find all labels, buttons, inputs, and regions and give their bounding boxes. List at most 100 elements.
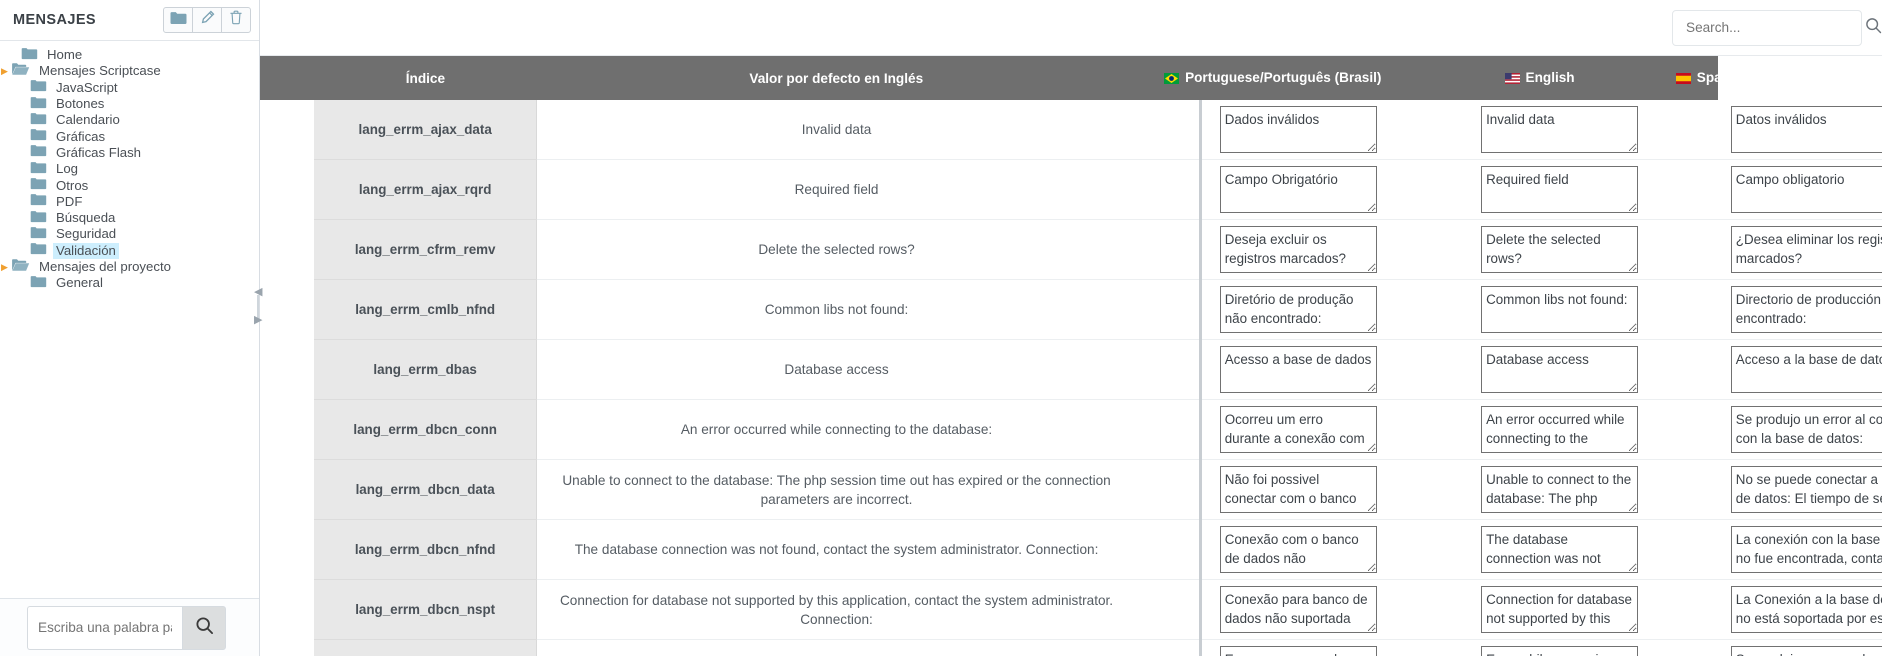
expand-arrow-icon[interactable]: ▶ xyxy=(1,259,11,275)
sidebar: MENSAJES xyxy=(0,0,260,656)
cell-portuguese-input[interactable] xyxy=(1220,466,1377,513)
cell-spanish-input[interactable] xyxy=(1731,646,1882,656)
cell-english-input[interactable] xyxy=(1481,346,1638,393)
tree-item-seguridad[interactable]: Seguridad xyxy=(0,226,259,242)
tree-item-label: Calendario xyxy=(53,112,123,128)
column-header-english[interactable]: English xyxy=(1409,56,1669,100)
delete-button[interactable] xyxy=(221,7,251,33)
folder-icon xyxy=(30,161,47,178)
cell-spanish-input[interactable] xyxy=(1731,526,1882,573)
cell-portuguese-input[interactable] xyxy=(1220,166,1377,213)
tree-item-label: JavaScript xyxy=(53,80,121,96)
cell-spanish-input[interactable] xyxy=(1731,106,1882,153)
cell-portuguese-input[interactable] xyxy=(1220,226,1377,273)
folder-open-icon xyxy=(11,258,30,276)
folder-icon xyxy=(30,210,47,227)
cell-spanish xyxy=(1718,280,1882,340)
cell-english-input[interactable] xyxy=(1481,406,1638,453)
folder-open-icon xyxy=(11,62,30,80)
folder-icon xyxy=(21,47,38,64)
cell-portuguese-input[interactable] xyxy=(1220,346,1377,393)
tree-item-pdf[interactable]: PDF xyxy=(0,194,259,210)
cell-portuguese xyxy=(1200,400,1409,460)
column-header-spanish[interactable]: Spanish/Español xyxy=(1670,56,1718,100)
tree-item-gr-ficas[interactable]: Gráficas xyxy=(0,128,259,144)
cell-spanish-input[interactable] xyxy=(1731,586,1882,633)
global-search[interactable] xyxy=(1672,10,1862,46)
cell-english-input[interactable] xyxy=(1481,526,1638,573)
tree-item-log[interactable]: Log xyxy=(0,161,259,177)
tree-item-botones[interactable]: Botones xyxy=(0,96,259,112)
cell-gutter-english xyxy=(1409,460,1468,520)
cell-english xyxy=(1468,160,1670,220)
cell-spanish-input[interactable] xyxy=(1731,406,1882,453)
tree-item-gr-ficas-flash[interactable]: Gráficas Flash xyxy=(0,145,259,161)
tree-item-mensajes-del-proyecto[interactable]: ▶ Mensajes del proyecto xyxy=(0,259,259,275)
tree-item-label: Mensajes del proyecto xyxy=(36,259,174,275)
tree-item-b-squeda[interactable]: Búsqueda xyxy=(0,210,259,226)
cell-spanish-input[interactable] xyxy=(1731,226,1882,273)
cell-spanish-input[interactable] xyxy=(1731,166,1882,213)
cell-gutter-portuguese xyxy=(1136,580,1200,640)
cell-english-input[interactable] xyxy=(1481,466,1638,513)
cell-english-input[interactable] xyxy=(1481,226,1638,273)
column-header-index[interactable]: Índice xyxy=(314,56,536,100)
new-folder-button[interactable] xyxy=(163,7,193,33)
cell-spanish-input[interactable] xyxy=(1731,346,1882,393)
tree-item-calendario[interactable]: Calendario xyxy=(0,112,259,128)
table-row: lang_errm_dbcn_nfndThe database connecti… xyxy=(260,520,1882,580)
column-header-default-en[interactable]: Valor por defecto en Inglés xyxy=(536,56,1136,100)
row-gutter xyxy=(260,160,314,220)
sidebar-search-input[interactable] xyxy=(27,606,182,650)
cell-portuguese-input[interactable] xyxy=(1220,646,1377,656)
cell-portuguese xyxy=(1200,340,1409,400)
global-search-input[interactable] xyxy=(1684,19,1865,36)
cell-portuguese-input[interactable] xyxy=(1220,526,1377,573)
tree-item-otros[interactable]: Otros xyxy=(0,177,259,193)
search-icon[interactable] xyxy=(1865,17,1882,39)
folder-icon xyxy=(30,226,47,243)
cell-default-english: Connection for database not supported by… xyxy=(536,580,1136,640)
column-header-portuguese[interactable]: Portuguese/Português (Brasil) xyxy=(1136,56,1409,100)
cell-english-input[interactable] xyxy=(1481,286,1638,333)
cell-spanish-input[interactable] xyxy=(1731,466,1882,513)
folder-icon xyxy=(30,275,47,292)
cell-portuguese xyxy=(1200,100,1409,160)
cell-gutter-spanish xyxy=(1670,520,1718,580)
cell-gutter-spanish xyxy=(1670,460,1718,520)
tree-item-label: Seguridad xyxy=(53,226,119,242)
cell-portuguese-input[interactable] xyxy=(1220,406,1377,453)
cell-portuguese xyxy=(1200,640,1409,656)
row-gutter xyxy=(260,100,314,160)
cell-english-input[interactable] xyxy=(1481,586,1638,633)
tree-item-javascript[interactable]: JavaScript xyxy=(0,80,259,96)
cell-spanish xyxy=(1718,400,1882,460)
sidebar-search-button[interactable] xyxy=(182,606,226,650)
usa-flag-icon xyxy=(1505,72,1520,87)
cell-english-input[interactable] xyxy=(1481,106,1638,153)
cell-english-input[interactable] xyxy=(1481,646,1638,656)
cell-spanish-input[interactable] xyxy=(1731,286,1882,333)
folder-tree[interactable]: Home▶Mensajes ScriptcaseJavaScriptBotone… xyxy=(0,41,259,598)
expand-arrow-icon[interactable]: ▶ xyxy=(1,63,11,79)
tree-item-mensajes-scriptcase[interactable]: ▶Mensajes Scriptcase xyxy=(0,63,259,79)
cell-portuguese-input[interactable] xyxy=(1220,106,1377,153)
tree-item-general[interactable]: General xyxy=(0,275,259,291)
tree-item-validaci-n[interactable]: Validación xyxy=(0,243,259,259)
sidebar-resize-handle[interactable]: ◀ ▶ xyxy=(254,285,262,331)
sidebar-search[interactable] xyxy=(27,606,226,650)
edit-button[interactable] xyxy=(192,7,222,33)
tree-item-label: Log xyxy=(53,161,81,177)
tree-item-home[interactable]: Home xyxy=(0,47,259,63)
messages-grid-container[interactable]: Índice Valor por defecto en Inglés Portu… xyxy=(260,56,1882,656)
cell-spanish xyxy=(1718,580,1882,640)
cell-index: lang_errm_dbcn_conn xyxy=(314,400,536,460)
cell-index: lang_errm_ajax_rqrd xyxy=(314,160,536,220)
cell-default-english: Required field xyxy=(536,160,1136,220)
cell-gutter-english xyxy=(1409,520,1468,580)
table-row: lang_errm_cfrm_remvDelete the selected r… xyxy=(260,220,1882,280)
cell-english-input[interactable] xyxy=(1481,166,1638,213)
sidebar-title: MENSAJES xyxy=(13,12,96,28)
cell-portuguese-input[interactable] xyxy=(1220,586,1377,633)
cell-portuguese-input[interactable] xyxy=(1220,286,1377,333)
